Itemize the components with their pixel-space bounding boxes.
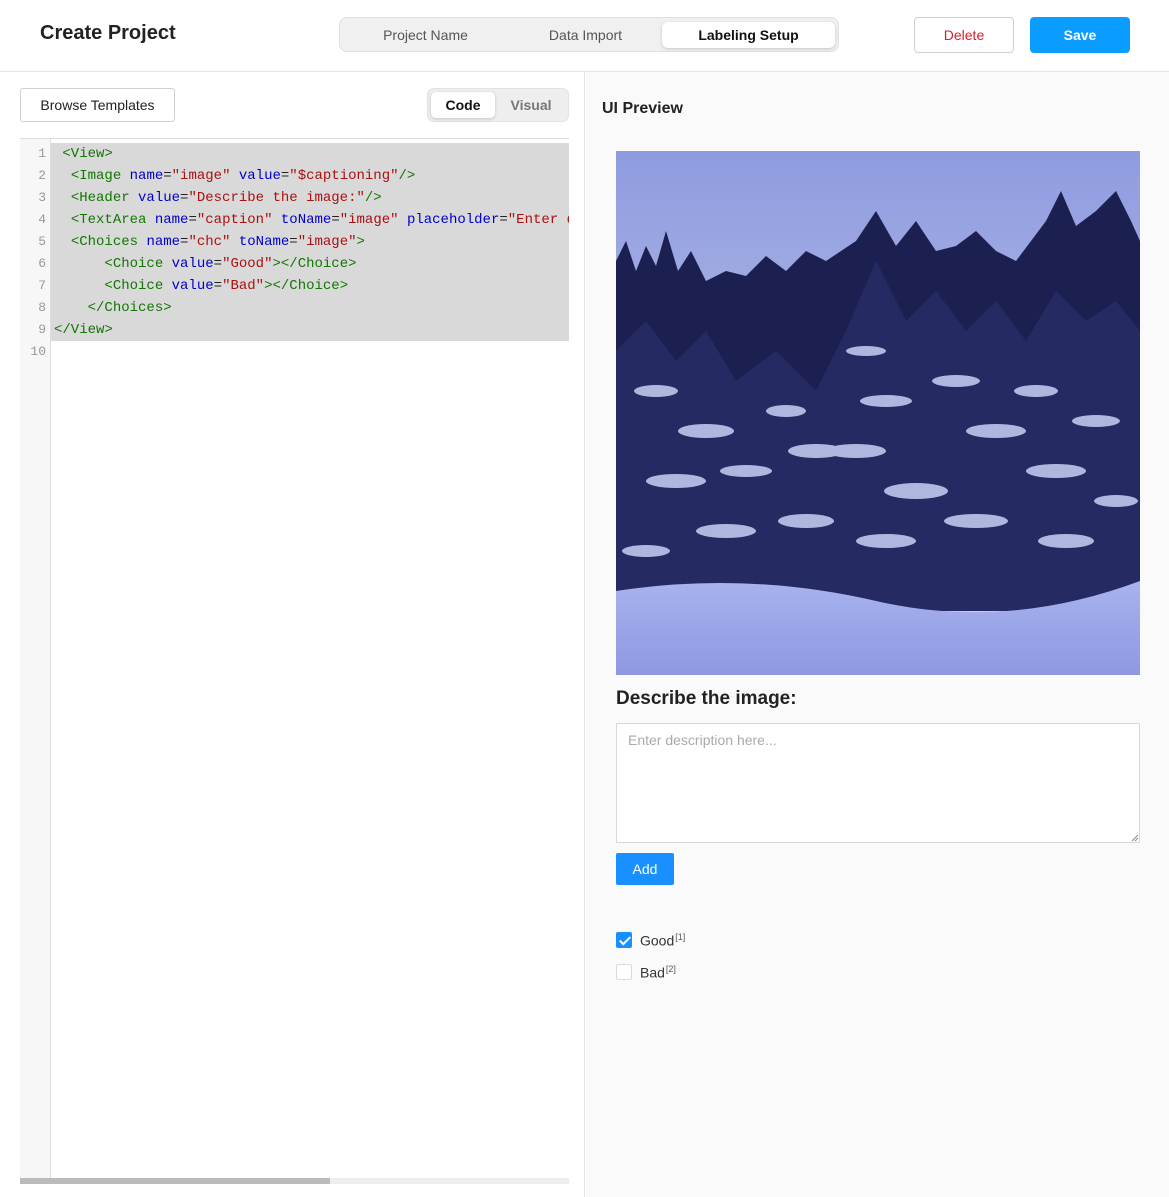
ui-preview-panel: UI Preview Describe the image: Enter des… bbox=[586, 72, 1169, 1197]
line-number: 4 bbox=[38, 212, 46, 227]
choice-label: Bad[2] bbox=[640, 964, 676, 981]
step-navigation: Project Name Data Import Labeling Setup bbox=[339, 17, 839, 52]
tab-code[interactable]: Code bbox=[431, 92, 495, 118]
line-number: 8 bbox=[38, 300, 46, 315]
code-line[interactable]: <Choices name="chc" toName="image"> bbox=[54, 231, 365, 253]
preview-image bbox=[616, 151, 1140, 675]
resize-handle-icon[interactable] bbox=[1131, 834, 1139, 842]
hotkey-hint: [2] bbox=[665, 963, 676, 974]
code-line[interactable]: <Choice value="Bad"></Choice> bbox=[54, 275, 348, 297]
line-number: 6 bbox=[38, 256, 46, 271]
preview-header: Describe the image: bbox=[616, 688, 797, 709]
snowy-forest-image bbox=[616, 151, 1140, 675]
code-line[interactable]: </View> bbox=[54, 319, 113, 341]
delete-button[interactable]: Delete bbox=[914, 17, 1014, 53]
editor-mode-toggle: Code Visual bbox=[427, 88, 569, 122]
horizontal-scrollbar[interactable] bbox=[20, 1178, 569, 1184]
tab-visual[interactable]: Visual bbox=[498, 92, 564, 118]
code-line[interactable]: <TextArea name="caption" toName="image" … bbox=[54, 209, 569, 231]
scrollbar-thumb[interactable] bbox=[20, 1178, 330, 1184]
choice-label: Good[1] bbox=[640, 932, 685, 949]
line-number: 7 bbox=[38, 278, 46, 293]
code-line[interactable]: <Image name="image" value="$captioning"/… bbox=[54, 165, 416, 187]
code-editor[interactable]: 1 2 3 4 5 6 7 8 9 10 <View> <Image name=… bbox=[20, 138, 569, 1184]
top-bar: Create Project Project Name Data Import … bbox=[0, 0, 1169, 72]
code-line[interactable]: <View> bbox=[54, 143, 112, 165]
choice-label-text: Good bbox=[640, 932, 675, 949]
step-project-name[interactable]: Project Name bbox=[348, 22, 503, 48]
checkbox-good[interactable] bbox=[616, 932, 632, 948]
line-number: 3 bbox=[38, 190, 46, 205]
line-number: 5 bbox=[38, 234, 46, 249]
add-button[interactable]: Add bbox=[616, 853, 674, 885]
line-number: 2 bbox=[38, 168, 46, 183]
step-data-import[interactable]: Data Import bbox=[508, 22, 663, 48]
line-number-gutter: 1 2 3 4 5 6 7 8 9 10 bbox=[20, 139, 51, 1179]
browse-templates-button[interactable]: Browse Templates bbox=[20, 88, 175, 122]
line-number: 10 bbox=[30, 344, 46, 359]
save-button[interactable]: Save bbox=[1030, 17, 1130, 53]
code-line[interactable]: <Choice value="Good"></Choice> bbox=[54, 253, 356, 275]
code-line[interactable]: <Header value="Describe the image:"/> bbox=[54, 187, 382, 209]
hotkey-hint: [1] bbox=[675, 931, 686, 942]
preview-title: UI Preview bbox=[602, 100, 683, 117]
page-title: Create Project bbox=[40, 22, 176, 44]
choice-good[interactable]: Good[1] bbox=[616, 931, 685, 949]
code-line[interactable]: </Choices> bbox=[54, 297, 172, 319]
line-number: 9 bbox=[38, 322, 46, 337]
caption-textarea[interactable] bbox=[616, 723, 1140, 843]
checkbox-bad[interactable] bbox=[616, 964, 632, 980]
config-editor-panel: Browse Templates Code Visual 1 2 3 4 5 6… bbox=[0, 72, 585, 1197]
line-number: 1 bbox=[38, 146, 46, 161]
step-labeling-setup[interactable]: Labeling Setup bbox=[662, 22, 835, 48]
choice-label-text: Bad bbox=[640, 964, 665, 981]
choice-bad[interactable]: Bad[2] bbox=[616, 963, 676, 981]
